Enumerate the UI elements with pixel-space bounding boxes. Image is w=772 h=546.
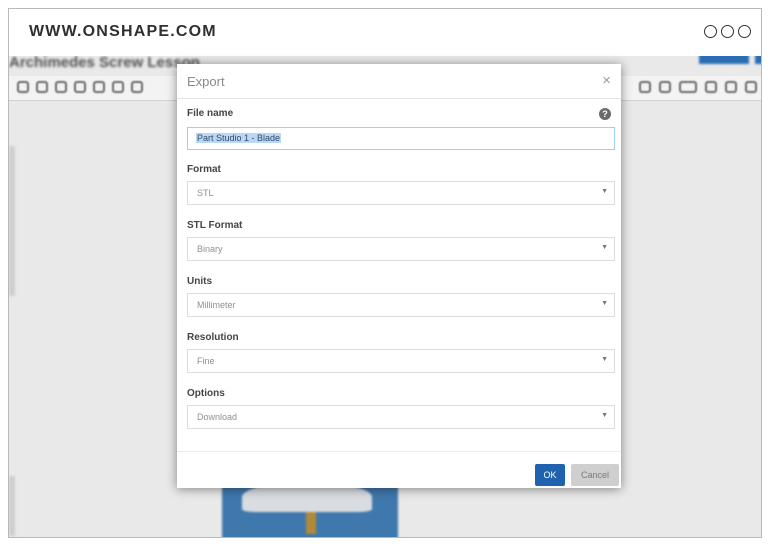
options-value: Download [197,412,238,422]
chevron-down-icon: ▼ [601,244,608,251]
appearance-icon[interactable] [705,81,717,93]
sketch-icon[interactable] [17,81,29,93]
help-icon[interactable]: ? [599,108,611,120]
options-label: Options [187,388,225,399]
dialog-header: Export × [177,64,621,99]
section-view-icon[interactable] [659,81,671,93]
dot [738,25,751,38]
screenshot-frame: WWW.ONSHAPE.COM Archimedes Screw Lesson [8,8,762,538]
format-label: Format [187,164,221,175]
feature-list-scrollbar-lower[interactable] [9,476,15,536]
shell-icon[interactable] [131,81,143,93]
dot [704,25,717,38]
resolution-label: Resolution [187,332,239,343]
browser-address-bar: WWW.ONSHAPE.COM [9,9,761,57]
chamfer-icon[interactable] [112,81,124,93]
measure-icon[interactable] [639,81,651,93]
dialog-title: Export [187,74,225,89]
units-label: Units [187,276,212,287]
resolution-value: Fine [197,356,215,366]
chevron-down-icon: ▼ [601,412,608,419]
resolution-select[interactable]: Fine ▼ [187,349,615,373]
stl-format-label: STL Format [187,220,243,231]
format-select[interactable]: STL ▼ [187,181,615,205]
stl-format-select[interactable]: Binary ▼ [187,237,615,261]
export-dialog: Export × File name ? Part Studio 1 - Bla… [177,64,621,488]
cancel-button[interactable]: Cancel [571,464,619,486]
share-button[interactable] [699,56,749,64]
render-icon[interactable] [725,81,737,93]
sweep-icon[interactable] [74,81,86,93]
feature-list-scrollbar[interactable] [9,146,15,296]
format-value: STL [197,188,214,198]
fillet-icon[interactable] [93,81,105,93]
dialog-footer-divider [177,451,621,452]
file-name-label: File name [187,108,234,119]
chevron-down-icon: ▼ [601,356,608,363]
extrude-icon[interactable] [36,81,48,93]
units-value: Millimeter [197,300,236,310]
more-tools-icon[interactable] [745,81,757,93]
document-title: Archimedes Screw Lesson [9,56,200,71]
ok-button[interactable]: OK [535,464,565,486]
revolve-icon[interactable] [55,81,67,93]
browser-url[interactable]: WWW.ONSHAPE.COM [29,23,217,41]
variable-icon[interactable] [679,81,697,93]
chevron-down-icon: ▼ [601,188,608,195]
shaft-shape [306,512,316,534]
account-button[interactable] [755,56,761,64]
stl-format-value: Binary [197,244,223,254]
file-name-input[interactable]: Part Studio 1 - Blade [187,127,615,150]
options-select[interactable]: Download ▼ [187,405,615,429]
file-name-value: Part Studio 1 - Blade [196,133,282,143]
units-select[interactable]: Millimeter ▼ [187,293,615,317]
three-dots-icon[interactable] [704,25,751,38]
chevron-down-icon: ▼ [601,300,608,307]
close-icon[interactable]: × [602,72,611,89]
dot [721,25,734,38]
